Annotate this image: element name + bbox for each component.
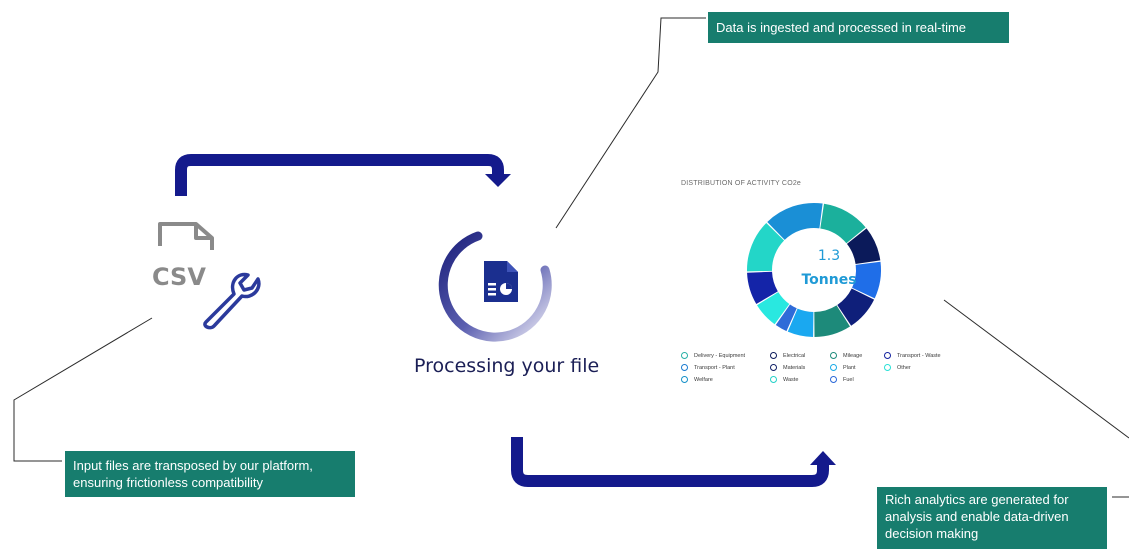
co2e-donut-chart — [747, 202, 881, 337]
legend-item: Fuel — [830, 376, 854, 383]
legend-marker — [770, 352, 777, 359]
legend-label: Materials — [783, 364, 806, 371]
realtime-callout: Data is ingested and processed in real-t… — [708, 12, 1009, 43]
analytics-callout: Rich analytics are generated for analysi… — [877, 487, 1107, 549]
legend-marker — [681, 376, 688, 383]
legend-label: Fuel — [843, 376, 854, 383]
analytics-connector-line — [943, 299, 1129, 439]
legend-item: Other — [884, 364, 911, 371]
donut-center-unit: Tonnes — [801, 272, 857, 288]
realtime-connector-line — [555, 17, 706, 229]
legend-label: Delivery - Equipment — [694, 352, 746, 359]
legend-label: Welfare — [694, 376, 713, 383]
legend-item: Delivery - Equipment — [681, 352, 745, 359]
input-callout: Input files are transposed by our platfo… — [65, 451, 355, 497]
legend-marker — [884, 352, 891, 359]
flow-arrow-top-head — [485, 174, 511, 187]
flow-arrow-bottom-head — [810, 451, 836, 465]
legend-label: Transport - Plant — [694, 364, 735, 371]
legend-marker — [681, 364, 688, 371]
legend-marker — [681, 352, 688, 359]
flow-arrow-top — [175, 154, 504, 196]
report-file-icon — [484, 261, 518, 302]
legend-item: Plant — [830, 364, 856, 371]
legend-label: Transport - Waste — [897, 352, 941, 359]
legend-marker — [770, 376, 777, 383]
legend-item: Transport - Waste — [884, 352, 941, 359]
input-connector-line — [13, 317, 153, 462]
legend-marker — [830, 364, 837, 371]
csv-icon-label: CSV — [152, 263, 206, 291]
legend-marker — [830, 352, 837, 359]
legend-item: Electrical — [770, 352, 805, 359]
legend-marker — [770, 364, 777, 371]
legend-marker — [884, 364, 891, 371]
legend-item: Mileage — [830, 352, 862, 359]
legend-item: Materials — [770, 364, 805, 371]
csv-file-icon — [158, 222, 214, 250]
legend-label: Mileage — [843, 352, 863, 359]
legend-label: Plant — [843, 364, 856, 371]
wrench-icon — [203, 272, 261, 330]
legend-label: Other — [897, 364, 911, 371]
legend-label: Electrical — [783, 352, 806, 359]
chart-title: DISTRIBUTION OF ACTIVITY CO2e — [681, 180, 802, 187]
legend-item: Welfare — [681, 376, 713, 383]
legend-label: Waste — [783, 376, 799, 383]
legend-marker — [830, 376, 837, 383]
processing-label: Processing your file — [414, 355, 600, 377]
donut-center-value: 1.3 — [817, 248, 841, 264]
flow-arrow-bottom — [511, 437, 829, 487]
legend-item: Waste — [770, 376, 798, 383]
legend-item: Transport - Plant — [681, 364, 735, 371]
